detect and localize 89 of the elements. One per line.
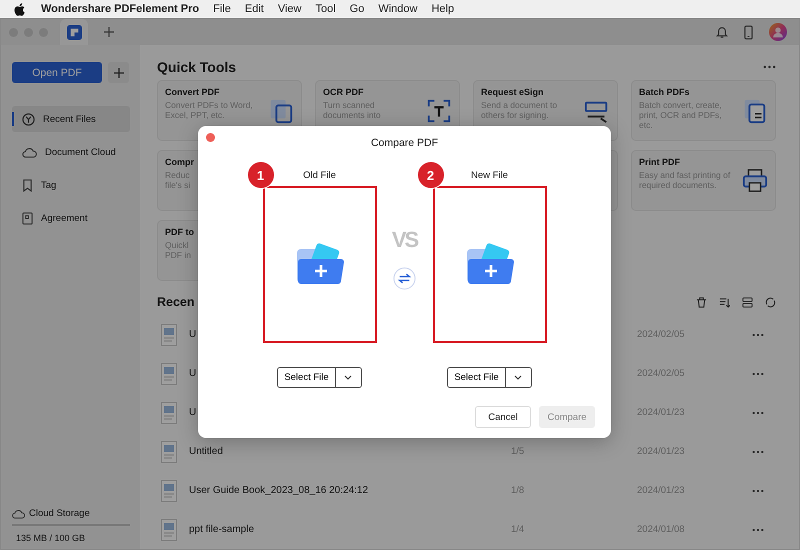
menu-item[interactable]: Edit bbox=[244, 3, 264, 15]
refresh-icon[interactable] bbox=[765, 296, 776, 308]
tool-title: PDF to bbox=[165, 227, 194, 237]
document-thumbnail bbox=[161, 362, 177, 384]
document-thumbnail bbox=[161, 402, 177, 424]
avatar-icon[interactable] bbox=[769, 23, 787, 41]
sidebar-item[interactable]: Recent Files bbox=[12, 106, 130, 132]
more-icon[interactable] bbox=[752, 332, 764, 336]
chevron-down-icon bbox=[344, 375, 352, 380]
page-count: 1/5 bbox=[511, 446, 524, 457]
file-date: 2024/01/23 bbox=[637, 446, 685, 457]
file-name[interactable]: ppt file-sample bbox=[189, 524, 511, 535]
document-thumbnail bbox=[161, 480, 177, 502]
document-thumbnail bbox=[161, 324, 177, 346]
cloud-icon bbox=[12, 508, 25, 518]
plus-icon bbox=[114, 68, 124, 78]
document-thumbnail bbox=[161, 440, 177, 462]
page-count: 1/8 bbox=[511, 485, 524, 496]
versus-label: VS bbox=[392, 227, 418, 253]
select-file-button[interactable]: Select File bbox=[277, 367, 336, 388]
add-folder-icon[interactable] bbox=[294, 242, 344, 286]
file-drop-area[interactable] bbox=[432, 186, 546, 343]
more-icon[interactable] bbox=[752, 372, 764, 376]
phone-icon[interactable] bbox=[744, 24, 753, 40]
scan-text-icon bbox=[426, 98, 452, 124]
file-date: 2024/02/05 bbox=[637, 329, 685, 340]
select-file-button[interactable]: Select File bbox=[447, 367, 506, 388]
trash-icon[interactable] bbox=[696, 296, 707, 308]
step-number-badge: 1 bbox=[246, 161, 274, 189]
section-title: Quick Tools bbox=[157, 59, 236, 75]
sidebar-item[interactable]: Tag bbox=[12, 172, 130, 198]
swap-icon[interactable] bbox=[393, 267, 416, 290]
menu-item[interactable]: Tool bbox=[315, 3, 336, 15]
file-name[interactable]: User Guide Book_2023_08_16 20:24:12 bbox=[189, 485, 511, 496]
sidebar-item[interactable]: Document Cloud bbox=[12, 139, 130, 165]
app-name[interactable]: Wondershare PDFelement Pro bbox=[41, 3, 200, 15]
file-drop-area[interactable] bbox=[262, 186, 376, 343]
document-icon bbox=[268, 98, 294, 124]
file-date: 2024/01/23 bbox=[637, 485, 685, 496]
more-icon[interactable] bbox=[763, 65, 776, 69]
storage-usage: 135 MB / 100 GB bbox=[16, 533, 86, 543]
more-icon[interactable] bbox=[752, 450, 764, 454]
bell-icon[interactable] bbox=[716, 25, 728, 39]
list-view-icon[interactable] bbox=[742, 296, 753, 308]
slot-label: New File bbox=[471, 169, 508, 183]
cancel-button[interactable]: Cancel bbox=[475, 406, 531, 428]
more-icon[interactable] bbox=[752, 488, 764, 492]
open-pdf-button[interactable]: Open PDF bbox=[12, 62, 102, 83]
sort-icon[interactable] bbox=[719, 296, 730, 308]
home-tab[interactable] bbox=[60, 19, 88, 45]
add-tab-icon[interactable] bbox=[104, 27, 114, 37]
menu-item[interactable]: Window bbox=[378, 3, 418, 15]
section-title: Recen bbox=[157, 295, 195, 309]
apple-icon[interactable] bbox=[14, 2, 25, 16]
more-icon[interactable] bbox=[752, 410, 764, 414]
tool-title: Request eSign bbox=[481, 87, 545, 97]
add-folder-icon[interactable] bbox=[464, 242, 514, 286]
tool-title: Batch PDFs bbox=[639, 87, 691, 97]
tool-title: Print PDF bbox=[639, 157, 682, 167]
menu-item[interactable]: Go bbox=[350, 3, 364, 15]
tool-title: Convert PDF bbox=[165, 87, 221, 97]
stacked-documents-icon bbox=[742, 98, 768, 124]
sidebar-item[interactable]: Agreement bbox=[12, 205, 130, 231]
close-button[interactable] bbox=[206, 133, 215, 142]
menu-item[interactable]: View bbox=[278, 3, 302, 15]
dropdown-button[interactable] bbox=[336, 367, 362, 388]
storage-label: Cloud Storage bbox=[29, 508, 90, 519]
menu-item[interactable]: Help bbox=[431, 3, 454, 15]
document-thumbnail bbox=[161, 518, 177, 540]
app-logo-icon bbox=[66, 24, 82, 40]
menu-item[interactable]: File bbox=[213, 3, 231, 15]
bookmark-icon bbox=[22, 178, 33, 192]
slot-label: Old File bbox=[303, 169, 336, 183]
add-button[interactable] bbox=[108, 62, 129, 83]
tool-title: OCR PDF bbox=[323, 87, 364, 97]
chevron-down-icon bbox=[514, 375, 522, 380]
cloud-icon bbox=[22, 146, 37, 158]
file-date: 2024/01/23 bbox=[637, 407, 685, 418]
document-icon bbox=[22, 212, 33, 224]
dropdown-button[interactable] bbox=[506, 367, 532, 388]
tool-title: Compr bbox=[165, 157, 194, 167]
file-date: 2024/01/08 bbox=[637, 524, 685, 535]
clock-icon bbox=[22, 112, 35, 126]
step-number-badge: 2 bbox=[416, 161, 444, 189]
more-icon[interactable] bbox=[752, 528, 764, 532]
file-date: 2024/02/05 bbox=[637, 368, 685, 379]
file-name[interactable]: Untitled bbox=[189, 446, 511, 457]
page-count: 1/4 bbox=[511, 524, 524, 535]
printer-icon bbox=[742, 168, 768, 194]
